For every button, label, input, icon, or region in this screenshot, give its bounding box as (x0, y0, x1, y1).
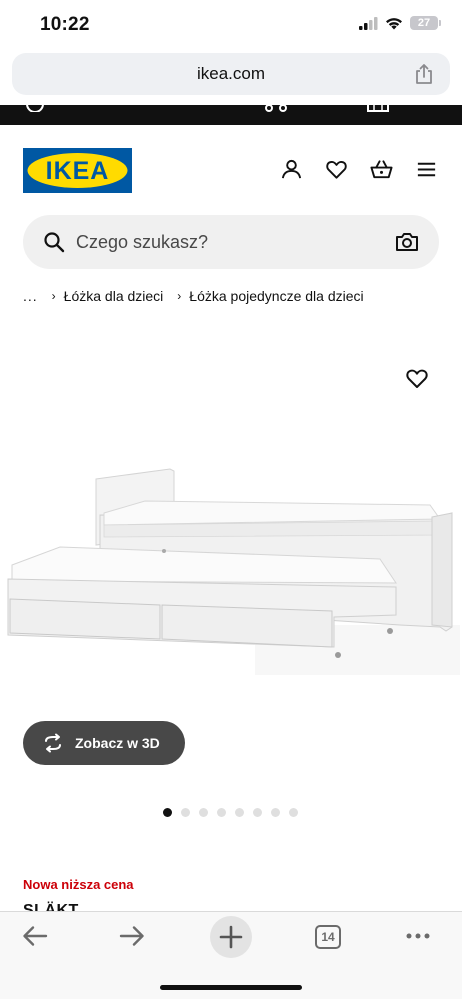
chevron-right-icon: › (51, 289, 56, 303)
view-3d-label: Zobacz w 3D (75, 735, 160, 751)
globe-icon (26, 105, 44, 112)
carousel-dot[interactable] (235, 808, 244, 817)
tabs-count-button[interactable]: 14 (315, 925, 341, 949)
header-actions (280, 158, 438, 181)
price-badge: Nowa niższa cena (23, 877, 134, 892)
status-indicators: 27 (359, 16, 441, 30)
breadcrumb-item-kids-beds[interactable]: Łóżka dla dzieci (64, 288, 164, 304)
forward-arrow-icon[interactable] (118, 924, 146, 948)
basket-icon[interactable] (370, 158, 393, 181)
breadcrumb-ellipsis[interactable]: ... (23, 288, 38, 304)
product-name: SLÄKT (23, 902, 79, 911)
breadcrumb: ... › Łóżka dla dzieci › Łóżka pojedyncz… (23, 288, 364, 304)
wifi-icon (386, 17, 402, 29)
carousel-dot[interactable] (199, 808, 208, 817)
new-tab-button[interactable] (210, 916, 252, 958)
carousel-dot[interactable] (217, 808, 226, 817)
breadcrumb-item-single-kids-beds[interactable]: Łóżka pojedyncze dla dzieci (189, 288, 363, 304)
truck-icon (265, 105, 287, 112)
carousel-dot[interactable] (289, 808, 298, 817)
user-icon[interactable] (280, 158, 303, 181)
heart-icon[interactable] (325, 158, 348, 181)
signal-icon (359, 16, 378, 30)
carousel-dot[interactable] (253, 808, 262, 817)
search-input[interactable]: Czego szukasz? (23, 215, 439, 269)
ikea-logo-text: IKEA (46, 157, 110, 185)
share-icon[interactable] (414, 63, 434, 85)
search-placeholder: Czego szukasz? (76, 232, 209, 252)
url-text: ikea.com (196, 64, 266, 83)
address-bar[interactable]: ikea.com (12, 53, 450, 95)
back-arrow-icon[interactable] (21, 924, 49, 948)
status-time: 10:22 (40, 14, 90, 35)
ikea-logo[interactable]: IKEA (23, 148, 132, 193)
promo-strip (0, 105, 462, 125)
camera-icon[interactable] (395, 231, 419, 253)
search-icon (44, 232, 65, 253)
status-bar: 10:22 27 (0, 0, 462, 50)
menu-icon[interactable] (415, 158, 438, 181)
image-carousel-dots (163, 808, 298, 817)
more-options-icon[interactable] (404, 924, 432, 948)
carousel-dot[interactable] (163, 808, 172, 817)
product-image[interactable] (0, 455, 462, 675)
carousel-dot[interactable] (271, 808, 280, 817)
chevron-right-icon: › (177, 289, 182, 303)
carousel-dot[interactable] (181, 808, 190, 817)
product-favourite-heart-icon[interactable] (405, 367, 429, 389)
view-3d-button[interactable]: Zobacz w 3D (23, 721, 185, 765)
battery-indicator: 27 (410, 16, 441, 30)
rotate-3d-icon (45, 733, 61, 753)
plus-icon (219, 925, 243, 949)
store-icon (367, 105, 389, 112)
home-indicator (160, 985, 302, 990)
